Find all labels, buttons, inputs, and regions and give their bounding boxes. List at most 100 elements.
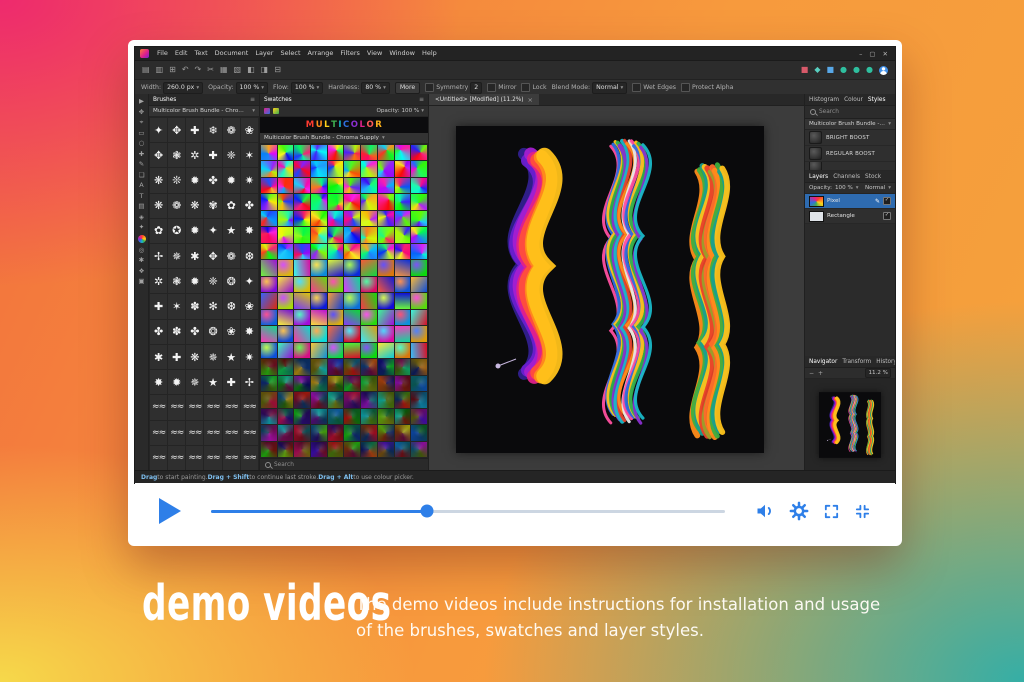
gradient-chip-icon[interactable] [264, 108, 270, 114]
swatch[interactable] [411, 409, 427, 424]
swatch[interactable] [278, 425, 294, 440]
lock-control[interactable]: Lock [521, 83, 546, 92]
swatch[interactable] [378, 343, 394, 358]
swatch[interactable] [294, 260, 310, 275]
open-document-icon[interactable]: ▥ [156, 66, 164, 74]
swatch[interactable] [411, 145, 427, 160]
protect-alpha-control[interactable]: Protect Alpha [681, 83, 733, 92]
swatch[interactable] [395, 277, 411, 292]
swatch[interactable] [278, 376, 294, 391]
swatch[interactable] [361, 343, 377, 358]
menu-document[interactable]: Document [212, 47, 252, 60]
menu-window[interactable]: Window [386, 47, 418, 60]
swatch[interactable] [395, 161, 411, 176]
menu-filters[interactable]: Filters [337, 47, 362, 60]
brush-thumbnail[interactable]: ≈≈ [241, 446, 258, 470]
swatch[interactable] [344, 293, 360, 308]
wet-edges-checkbox[interactable] [632, 83, 641, 92]
swatch[interactable] [294, 376, 310, 391]
color-chip-icon[interactable]: ■ [801, 66, 809, 74]
swatch[interactable] [344, 227, 360, 242]
colour-picker-tool-icon[interactable]: ⌖ [140, 119, 144, 126]
styles-search-field[interactable]: Search [805, 106, 895, 119]
paint-brush-tool-icon[interactable]: ✎ [139, 161, 144, 168]
swatch[interactable] [311, 359, 327, 374]
brush-thumbnail[interactable]: ✽ [186, 294, 203, 318]
swatch[interactable] [294, 178, 310, 193]
brush-thumbnail[interactable]: ✹ [168, 370, 185, 394]
swatch[interactable] [294, 343, 310, 358]
new-document-icon[interactable]: ▤ [142, 66, 150, 74]
brush-thumbnail[interactable]: ≈≈ [241, 421, 258, 445]
paste-icon[interactable]: ▧ [234, 66, 242, 74]
swatch[interactable] [261, 260, 277, 275]
swatch[interactable] [294, 161, 310, 176]
swatch[interactable] [395, 392, 411, 407]
brush-thumbnail[interactable]: ❈ [204, 269, 221, 293]
swatch[interactable] [261, 359, 277, 374]
swatch[interactable] [311, 145, 327, 160]
play-button[interactable] [159, 498, 181, 524]
brush-thumbnail[interactable]: ✸ [241, 320, 258, 344]
swatch[interactable] [328, 409, 344, 424]
swatch[interactable] [311, 277, 327, 292]
swatch[interactable] [261, 376, 277, 391]
swatch[interactable] [261, 145, 277, 160]
brush-thumbnail[interactable]: ≈≈ [168, 395, 185, 419]
mirror-control[interactable]: Mirror [487, 83, 516, 92]
swatch[interactable] [328, 244, 344, 259]
brush-thumbnail[interactable]: ✸ [150, 370, 167, 394]
brush-bundle-select[interactable]: Multicolor Brush Bundle - Chroma Supply … [149, 106, 259, 117]
settings-icon[interactable] [789, 501, 809, 521]
cut-icon[interactable]: ✂ [207, 66, 214, 74]
swatch[interactable] [344, 277, 360, 292]
brush-thumbnail[interactable]: ✤ [186, 320, 203, 344]
brush-thumbnail[interactable]: ≈≈ [204, 446, 221, 470]
swatch[interactable] [278, 293, 294, 308]
tab-colour[interactable]: Colour [844, 97, 863, 103]
brush-thumbnail[interactable]: ≈≈ [168, 421, 185, 445]
hardness-control[interactable]: Hardness:80 %▾ [328, 82, 390, 94]
swatch[interactable] [328, 442, 344, 457]
menu-view[interactable]: View [364, 47, 385, 60]
brush-thumbnail[interactable]: ✤ [241, 194, 258, 218]
zoom-tool-icon[interactable]: ◎ [139, 247, 145, 254]
brush-thumbnail[interactable]: ≈≈ [223, 446, 240, 470]
swatch-bundle-select[interactable]: Multicolor Brush Bundle - Chroma Supply … [260, 133, 428, 144]
swatch[interactable] [311, 343, 327, 358]
swatch[interactable] [411, 310, 427, 325]
brush-thumbnail[interactable]: ✸ [241, 219, 258, 243]
canvas-artwork[interactable] [456, 126, 764, 453]
swatch[interactable] [378, 425, 394, 440]
perspective-tool-icon[interactable]: ◈ [139, 214, 144, 221]
exit-fullscreen-icon[interactable] [854, 503, 871, 520]
swatch[interactable] [344, 194, 360, 209]
swatch[interactable] [311, 244, 327, 259]
swatch[interactable] [395, 326, 411, 341]
brush-thumbnail[interactable]: ✤ [204, 168, 221, 192]
swatch[interactable] [344, 211, 360, 226]
swatch[interactable] [361, 376, 377, 391]
brush-thumbnail[interactable]: ✾ [204, 194, 221, 218]
swatch[interactable] [328, 277, 344, 292]
brush-thumbnail[interactable]: ≈≈ [204, 395, 221, 419]
swatch[interactable] [261, 227, 277, 242]
brush-thumbnail[interactable]: ❋ [150, 194, 167, 218]
brush-thumbnail[interactable]: ✥ [204, 244, 221, 268]
menu-help[interactable]: Help [419, 47, 440, 60]
swatch[interactable] [294, 227, 310, 242]
assets-icon[interactable]: ◆ [814, 66, 820, 74]
snapping-icon[interactable]: ◧ [247, 66, 255, 74]
menu-select[interactable]: Select [277, 47, 303, 60]
brush-thumbnail[interactable]: ≈≈ [223, 395, 240, 419]
brush-thumbnail[interactable]: ❁ [223, 244, 240, 268]
brush-thumbnail[interactable]: ✹ [223, 168, 240, 192]
swatch[interactable] [395, 425, 411, 440]
swatch[interactable] [395, 145, 411, 160]
swatch[interactable] [311, 326, 327, 341]
brush-thumbnail[interactable]: ✤ [150, 320, 167, 344]
swatch[interactable] [361, 227, 377, 242]
swatch[interactable] [395, 359, 411, 374]
swatch[interactable] [278, 244, 294, 259]
swatch[interactable] [278, 178, 294, 193]
